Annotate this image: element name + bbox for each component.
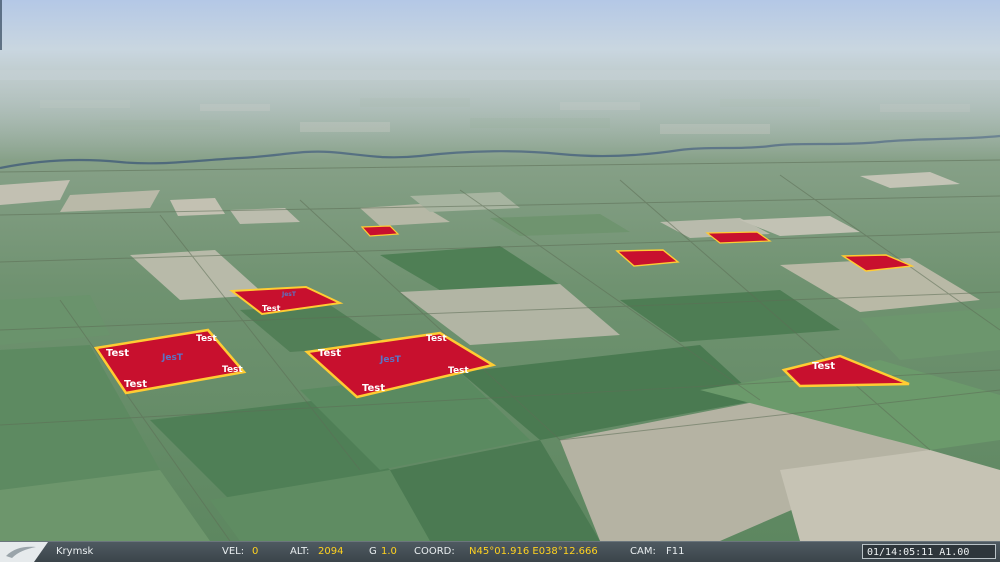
zone-label-center: JesT bbox=[161, 353, 184, 363]
horizon-haze bbox=[0, 70, 1000, 160]
zone-label: Test bbox=[362, 383, 385, 394]
zone-label-center: JesT bbox=[379, 355, 402, 365]
vel-label: VEL: bbox=[222, 546, 245, 557]
zone-label: Test bbox=[124, 379, 147, 390]
cam-value: F11 bbox=[666, 546, 685, 557]
zone-label: Test bbox=[426, 334, 447, 344]
mission-time: 01/14:05:11 A1.00 bbox=[862, 544, 996, 559]
alt-label: ALT: bbox=[290, 546, 310, 557]
zone-label: Test bbox=[448, 366, 469, 376]
vel-value: 0 bbox=[252, 546, 259, 557]
zone-label: Test bbox=[196, 334, 217, 344]
status-bar: Krymsk VEL: 0 ALT: 2094 G 1.0 COORD: N45… bbox=[0, 541, 1000, 562]
alt-value: 2094 bbox=[318, 546, 344, 557]
g-value: 1.0 bbox=[381, 546, 397, 557]
cam-label: CAM: bbox=[630, 546, 656, 557]
zone-label: Test bbox=[318, 348, 341, 359]
logo-icon bbox=[0, 542, 48, 562]
coord-value: N45°01.916 E038°12.666 bbox=[469, 546, 598, 557]
zone-label: Test bbox=[106, 348, 129, 359]
coord-label: COORD: bbox=[414, 546, 455, 557]
zone-label: Test bbox=[812, 361, 835, 372]
terrain-view: Test Test Test Test JesT Test Test Test … bbox=[0, 0, 1000, 541]
g-label: G bbox=[369, 546, 377, 557]
zone-label: Test bbox=[222, 365, 243, 375]
location-name: Krymsk bbox=[56, 546, 94, 557]
zone-label-center: JesT bbox=[281, 291, 297, 298]
zone-label: Test bbox=[262, 304, 281, 313]
